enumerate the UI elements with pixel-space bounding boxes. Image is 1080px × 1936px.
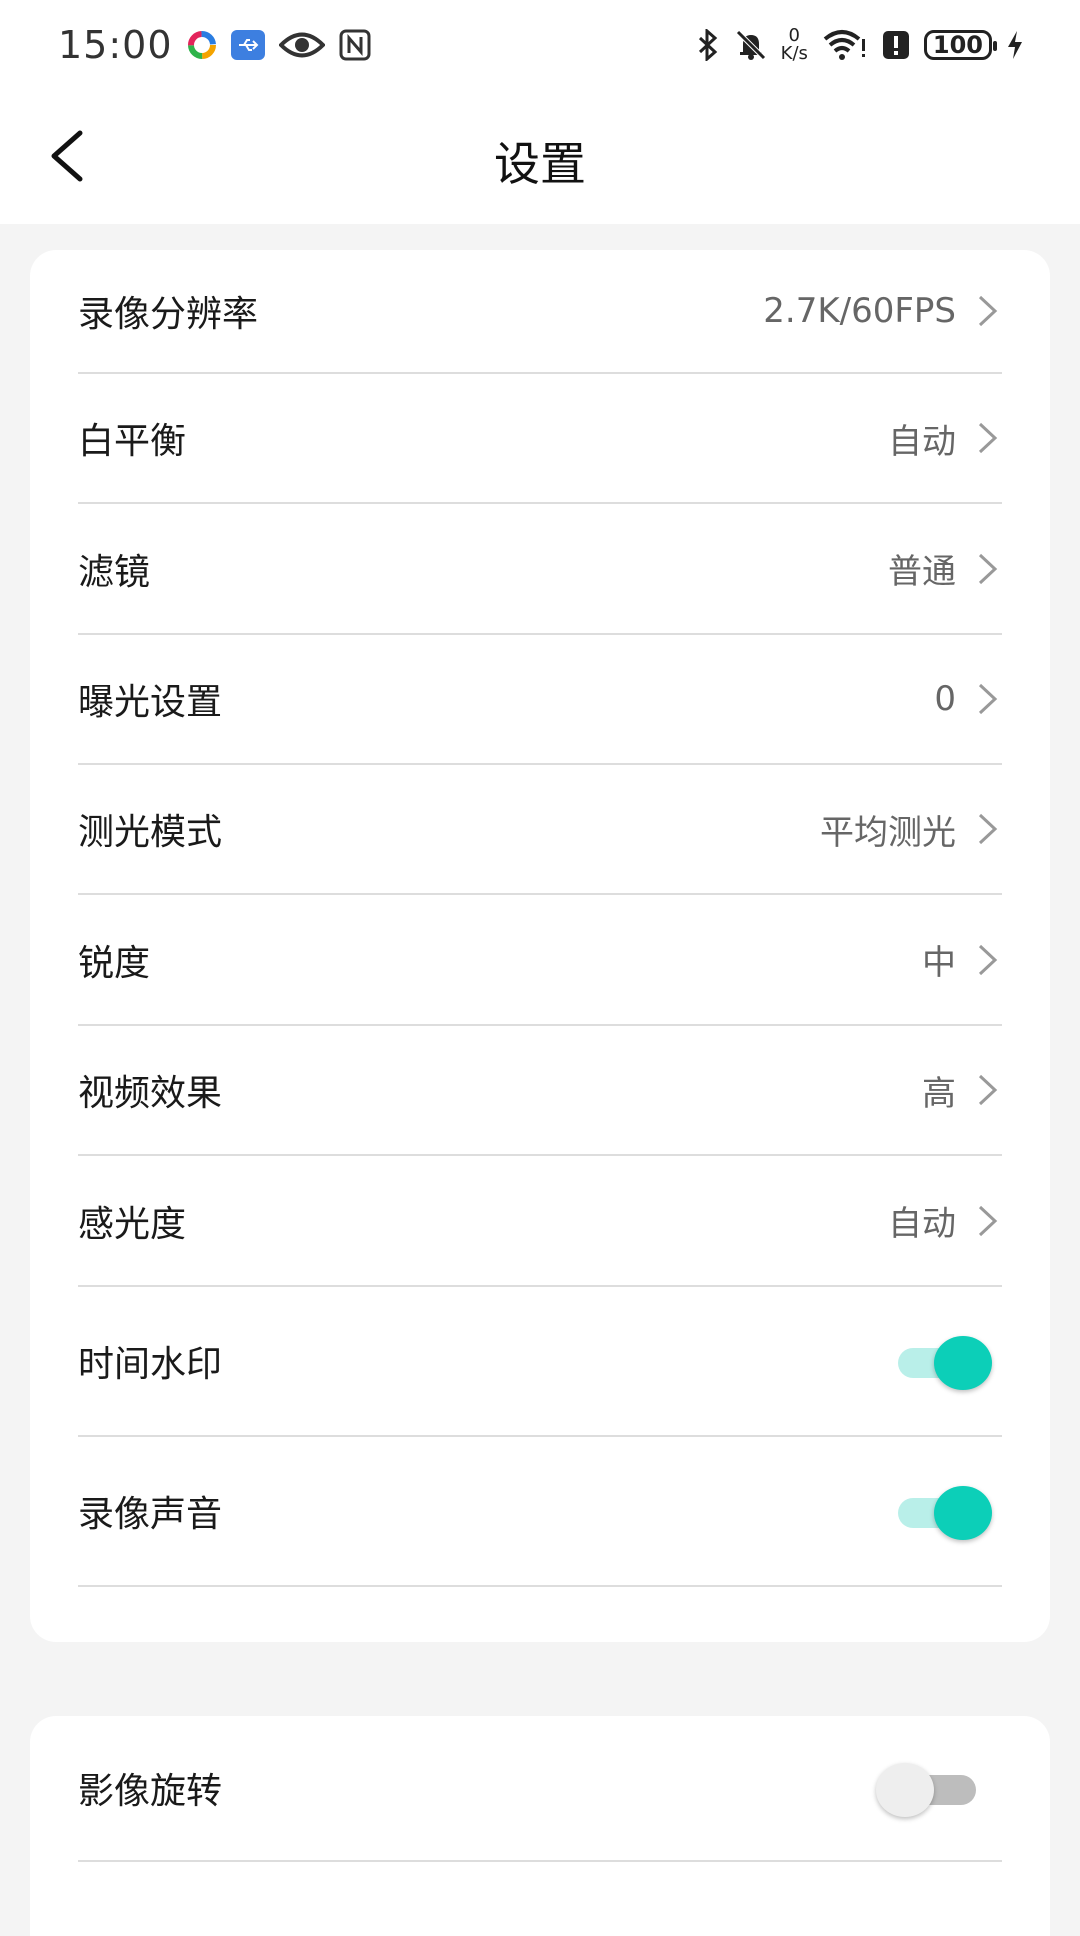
chevron-right-icon — [974, 811, 1002, 847]
setting-value: 0 — [934, 679, 956, 719]
setting-value-group: 高 — [922, 1066, 1002, 1115]
setting-row-exposure[interactable]: 曝光设置 0 — [78, 635, 1002, 765]
setting-value-group: 平均测光 — [820, 805, 1002, 854]
setting-label: 录像分辨率 — [78, 294, 259, 335]
setting-label: 锐度 — [78, 942, 151, 984]
netspeed-unit: K/s — [780, 43, 808, 64]
chevron-right-icon — [974, 942, 1002, 978]
bluetooth-icon — [695, 29, 721, 61]
setting-row-iso[interactable]: 感光度 自动 — [78, 1156, 1002, 1287]
alert-icon — [882, 30, 910, 60]
setting-value-group: 2.7K/60FPS — [763, 291, 1002, 331]
setting-row-filter[interactable]: 滤镜 普通 — [78, 504, 1002, 635]
setting-value: 自动 — [888, 421, 956, 462]
setting-value-group: 自动 — [888, 1196, 1002, 1245]
setting-label: 感光度 — [78, 1203, 187, 1245]
settings-card-video: 录像分辨率 2.7K/60FPS 白平衡 自动 滤镜 普通 曝光设置 0 测光模… — [30, 250, 1050, 1642]
time-watermark-toggle[interactable] — [898, 1336, 994, 1390]
toggle-thumb — [876, 1763, 934, 1817]
chevron-right-icon — [974, 1203, 1002, 1239]
setting-label: 视频效果 — [78, 1073, 223, 1114]
toggle-thumb — [934, 1486, 992, 1540]
setting-row-image-rotation: 影像旋转 — [78, 1716, 1002, 1862]
setting-label: 录像声音 — [78, 1494, 223, 1535]
setting-label: 测光模式 — [78, 812, 223, 853]
setting-value: 中 — [922, 943, 956, 983]
setting-row-metering-mode[interactable]: 测光模式 平均测光 — [78, 765, 1002, 895]
setting-value-group: 中 — [922, 935, 1002, 984]
setting-value: 高 — [922, 1073, 956, 1114]
setting-label: 滤镜 — [78, 551, 151, 593]
setting-value-group: 0 — [934, 679, 1002, 719]
settings-card-image: 影像旋转 — [30, 1716, 1050, 1936]
chevron-right-icon — [974, 551, 1002, 587]
setting-value-group: 普通 — [888, 544, 1002, 593]
setting-value: 平均测光 — [820, 812, 956, 853]
toggle-thumb — [934, 1336, 992, 1390]
status-right: 0 K/s 100 — [695, 27, 1024, 63]
page-title: 设置 — [494, 137, 586, 191]
record-sound-toggle[interactable] — [898, 1486, 994, 1540]
usb-icon — [230, 30, 265, 60]
wifi-icon — [822, 29, 868, 61]
setting-row-sharpness[interactable]: 锐度 中 — [78, 895, 1002, 1026]
setting-row-record-sound: 录像声音 — [78, 1437, 1002, 1587]
setting-value: 2.7K/60FPS — [763, 291, 956, 331]
setting-value-group: 自动 — [888, 414, 1002, 463]
status-left: 15:00 — [58, 23, 371, 67]
status-bar: 15:00 0 K/s 100 — [0, 0, 1080, 90]
netspeed-indicator: 0 K/s — [781, 27, 808, 63]
battery-icon: 100 — [923, 30, 998, 60]
charging-icon — [1006, 30, 1024, 60]
setting-label: 时间水印 — [78, 1344, 223, 1385]
app-bar: 设置 — [0, 90, 1080, 224]
battery-level: 100 — [932, 31, 983, 59]
setting-row-video-effect[interactable]: 视频效果 高 — [78, 1026, 1002, 1156]
chevron-right-icon — [974, 681, 1002, 717]
setting-value: 自动 — [888, 1204, 956, 1244]
chevron-right-icon — [974, 293, 1002, 329]
image-rotation-toggle[interactable] — [876, 1763, 976, 1817]
bell-off-icon — [735, 29, 767, 61]
setting-row-time-watermark: 时间水印 — [78, 1287, 1002, 1437]
eye-icon — [278, 30, 325, 60]
setting-label: 影像旋转 — [78, 1771, 223, 1812]
setting-row-white-balance[interactable]: 白平衡 自动 — [78, 374, 1002, 504]
setting-label: 白平衡 — [78, 421, 187, 462]
colorful-app-icon — [187, 30, 217, 60]
setting-row-resolution[interactable]: 录像分辨率 2.7K/60FPS — [78, 250, 1002, 374]
chevron-right-icon — [974, 1072, 1002, 1108]
setting-label: 曝光设置 — [78, 682, 223, 723]
chevron-right-icon — [974, 420, 1002, 456]
setting-value: 普通 — [888, 552, 956, 592]
nfc-icon — [339, 29, 371, 61]
status-time: 15:00 — [58, 23, 173, 67]
